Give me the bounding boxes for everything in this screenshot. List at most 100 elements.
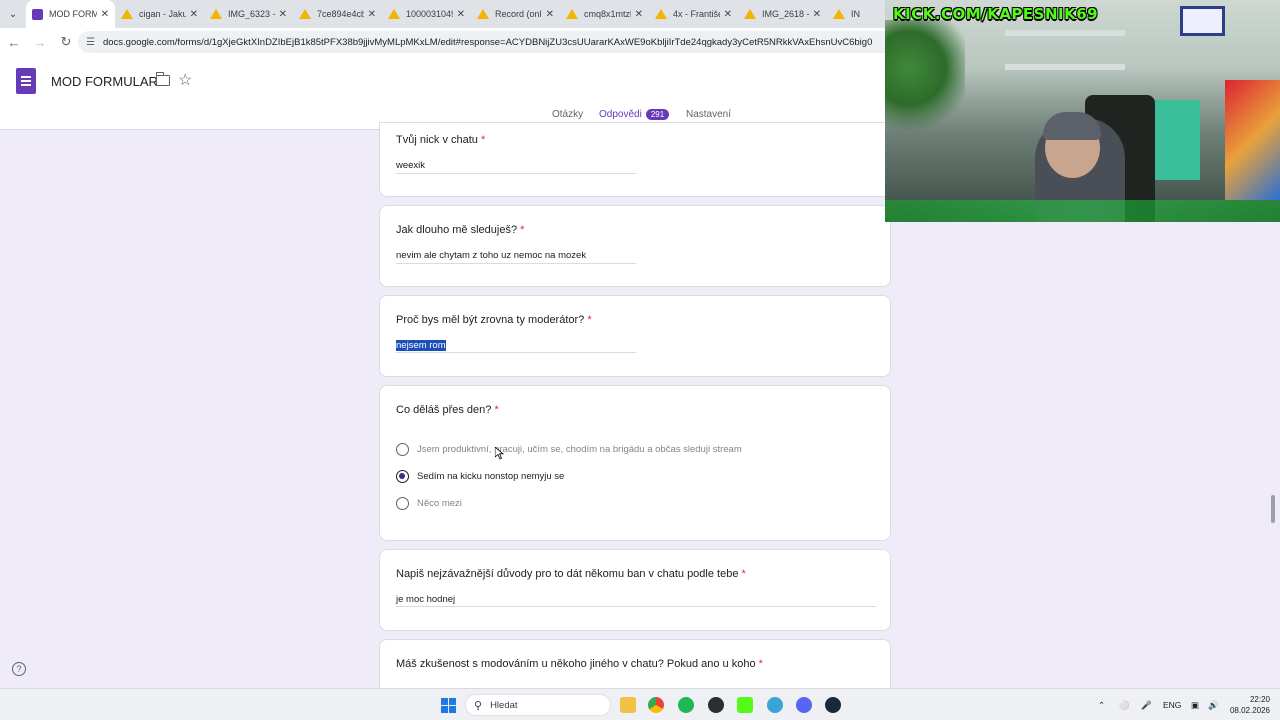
tab-title: cigan - Jakub	[139, 9, 186, 19]
close-tab-icon[interactable]: ✕	[190, 9, 198, 20]
tab-questions[interactable]: Otázky	[552, 109, 583, 120]
browser-tab[interactable]: cmq8x1mtzh ✕	[560, 0, 649, 28]
required-asterisk: *	[741, 568, 746, 580]
clock-date: 08.02.2026	[1229, 706, 1270, 715]
required-asterisk: *	[494, 404, 499, 416]
tab-title: IMG_2618 - Go	[762, 9, 809, 19]
browser-tab[interactable]: 7ce894e4cbae ✕	[293, 0, 382, 28]
tab-title: 1000031049	[406, 9, 453, 19]
microphone-icon[interactable]: 🎤	[1141, 700, 1152, 711]
question-card: Jak dlouho mě sleduješ? * nevim ale chyt…	[379, 205, 891, 287]
tab-title: cmq8x1mtzh	[584, 9, 631, 19]
radio-option-label: Jsem produktivní, pracuji, učím se, chod…	[417, 444, 742, 455]
browser-tab[interactable]: Record (online ✕	[471, 0, 560, 28]
chrome-icon[interactable]	[648, 697, 664, 713]
steam-icon[interactable]	[825, 697, 841, 713]
close-tab-icon[interactable]: ✕	[279, 9, 287, 20]
star-icon[interactable]: ☆	[178, 70, 192, 90]
url-text: docs.google.com/forms/d/1gXjeGktXInDZIbE…	[102, 36, 873, 48]
language-indicator[interactable]: ENG	[1163, 700, 1181, 710]
address-bar[interactable]: ☰ docs.google.com/forms/d/1gXjeGktXInDZI…	[78, 31, 898, 53]
close-tab-icon[interactable]: ✕	[368, 9, 376, 20]
radio-option-1[interactable]	[396, 443, 409, 456]
search-icon: ⚲	[474, 699, 483, 712]
required-asterisk: *	[480, 134, 486, 146]
obs-icon[interactable]	[708, 697, 724, 713]
discord-icon[interactable]	[796, 697, 812, 713]
responses-count-badge: 291	[645, 109, 670, 120]
app-icon[interactable]	[767, 697, 783, 713]
google-drive-icon	[744, 9, 756, 19]
volume-icon[interactable]: 🔊	[1208, 700, 1219, 711]
tab-settings[interactable]: Nastavení	[686, 109, 731, 120]
taskbar-search[interactable]: ⚲ Hledat	[465, 694, 611, 716]
tray-chevron-up-icon[interactable]: ⌃	[1098, 700, 1105, 711]
tab-title: 7ce894e4cbae	[317, 9, 364, 19]
browser-tab[interactable]: IN	[827, 0, 867, 28]
answer-underline	[396, 263, 636, 264]
google-drive-icon	[477, 9, 489, 19]
reload-icon[interactable]: ↻	[54, 30, 78, 54]
close-tab-icon[interactable]: ✕	[635, 9, 643, 20]
tab-responses[interactable]: Odpovědi 291	[599, 109, 670, 120]
answer-text: nejsem rom	[396, 340, 446, 351]
spotify-icon[interactable]	[678, 697, 694, 713]
tab-title: MOD FORMULAR	[49, 9, 97, 19]
tab-search-chevron-icon[interactable]: ⌄	[0, 0, 26, 28]
mouse-cursor-icon	[495, 447, 504, 460]
page-scrollbar[interactable]	[1271, 495, 1275, 523]
google-forms-icon	[32, 8, 43, 20]
answer-underline	[396, 606, 876, 607]
close-tab-icon[interactable]: ✕	[457, 9, 465, 20]
browser-tab[interactable]: 1000031049 ✕	[382, 0, 471, 28]
close-tab-icon[interactable]: ✕	[546, 9, 554, 20]
radio-option-label: Něco mezi	[417, 498, 462, 509]
help-icon[interactable]: ?	[12, 662, 26, 676]
form-title[interactable]: MOD FORMULAR	[51, 74, 158, 89]
webcam-shelf	[1005, 64, 1125, 70]
google-drive-icon	[210, 9, 222, 19]
browser-tab[interactable]: MOD FORMULAR ✕	[26, 0, 115, 28]
question-text: Tvůj nick v chatu	[396, 134, 478, 146]
site-info-icon[interactable]: ☰	[86, 37, 95, 48]
answer-underline	[396, 173, 636, 174]
google-drive-icon	[833, 9, 845, 19]
answer-text: nevim ale chytam z toho uz nemoc na moze…	[396, 250, 587, 261]
forward-arrow-icon[interactable]: →	[28, 30, 52, 54]
windows-taskbar: ⚲ Hledat ⌃ ⚪ 🎤 ENG ▣ 🔊 22:20 08.02.2026	[0, 688, 1280, 720]
tab-responses-label: Odpovědi	[599, 109, 642, 120]
webcam-plant	[885, 20, 965, 140]
browser-tab[interactable]: 4x - František ✕	[649, 0, 738, 28]
question-card: Proč bys měl být zrovna ty moderátor? * …	[379, 295, 891, 377]
question-card: Napiš nejzávažnější důvody pro to dát ně…	[379, 549, 891, 631]
tray-network-icon[interactable]: ⚪	[1119, 700, 1130, 711]
question-label: Co děláš přes den? *	[396, 404, 499, 416]
question-label: Tvůj nick v chatu *	[396, 134, 485, 146]
question-text: Jak dlouho mě sleduješ?	[396, 224, 518, 236]
question-card: Máš zkušenost s modováním u někoho jinéh…	[379, 639, 891, 688]
webcam-poster	[1225, 80, 1280, 200]
google-forms-logo-icon[interactable]	[16, 68, 36, 94]
close-tab-icon[interactable]: ✕	[813, 9, 821, 20]
tab-title: IN	[851, 9, 860, 19]
answer-text: weexik	[396, 160, 426, 171]
folder-icon[interactable]	[155, 72, 170, 86]
question-card: Tvůj nick v chatu * weexik	[379, 122, 891, 197]
browser-tab[interactable]: cigan - Jakub ✕	[115, 0, 204, 28]
browser-tab[interactable]: IMG_6323 - Goo ✕	[204, 0, 293, 28]
google-drive-icon	[121, 9, 133, 19]
taskbar-clock[interactable]: 22:20 08.02.2026	[1226, 694, 1270, 716]
google-drive-icon	[566, 9, 578, 19]
radio-option-2[interactable]	[396, 470, 409, 483]
monitor-icon[interactable]: ▣	[1191, 700, 1199, 711]
question-text: Co děláš přes den?	[396, 404, 492, 416]
question-label: Proč bys měl být zrovna ty moderátor? *	[396, 314, 592, 326]
radio-option-3[interactable]	[396, 497, 409, 510]
close-tab-icon[interactable]: ✕	[724, 9, 732, 20]
file-explorer-icon[interactable]	[620, 697, 636, 713]
kick-app-icon[interactable]	[737, 697, 753, 713]
back-arrow-icon[interactable]: ←	[2, 30, 26, 54]
browser-tab[interactable]: IMG_2618 - Go ✕	[738, 0, 827, 28]
close-tab-icon[interactable]: ✕	[101, 9, 109, 20]
windows-start-icon[interactable]	[441, 698, 456, 713]
